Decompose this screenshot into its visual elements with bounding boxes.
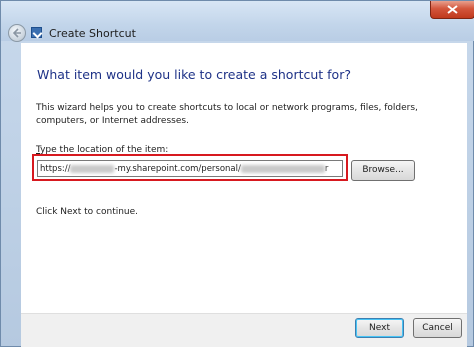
browse-button[interactable]: Browse...: [351, 160, 415, 181]
location-value-start: https://: [40, 163, 71, 174]
button-bar: Next Cancel: [21, 313, 467, 347]
title-bar: Create Shortcut: [1, 1, 474, 42]
redacted-text: [240, 164, 325, 173]
back-arrow-icon: [12, 28, 21, 38]
next-button[interactable]: Next: [355, 318, 404, 338]
window-title: Create Shortcut: [49, 27, 136, 40]
wizard-description: This wizard helps you to create shortcut…: [36, 103, 418, 126]
location-value-end: r: [324, 163, 329, 174]
location-input[interactable]: https:// -my.sharepoint.com/personal/ r: [37, 160, 343, 177]
close-button[interactable]: [430, 1, 474, 19]
cancel-button[interactable]: Cancel: [413, 318, 462, 338]
close-icon: [447, 5, 458, 14]
continue-instruction: Click Next to continue.: [36, 207, 139, 217]
back-button[interactable]: [8, 24, 26, 42]
page-heading: What item would you like to create a sho…: [37, 67, 351, 82]
redacted-text: [70, 164, 115, 173]
create-shortcut-window: Create Shortcut What item would you like…: [0, 0, 474, 347]
wizard-icon: [31, 27, 42, 38]
wizard-content: What item would you like to create a sho…: [21, 43, 467, 313]
location-value-middle: -my.sharepoint.com/personal/: [114, 163, 241, 174]
